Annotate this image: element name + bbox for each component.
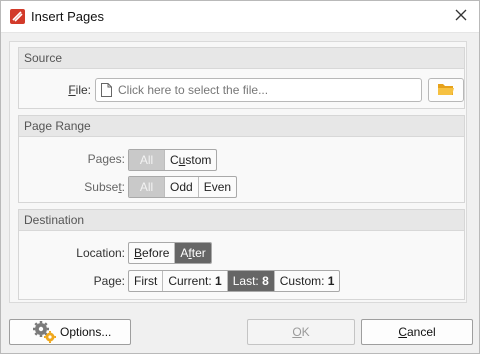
page-current-option[interactable]: Current: 1	[163, 271, 228, 291]
page-label: Page:	[93, 274, 125, 288]
pages-custom-option[interactable]: Custom	[165, 150, 216, 170]
page-range-section: Page Range Pages: All Custom Subset: All…	[18, 115, 465, 203]
page-range-header: Page Range	[19, 116, 464, 137]
subset-even-option[interactable]: Even	[199, 177, 236, 197]
destination-section: Destination Location: Before After Page:…	[18, 209, 465, 300]
document-icon	[101, 83, 112, 97]
title-bar: Insert Pages	[1, 1, 479, 33]
browse-button[interactable]	[428, 78, 464, 102]
page-last-option[interactable]: Last: 8	[227, 271, 275, 291]
insert-pages-dialog: Insert Pages Source File: Click here to …	[0, 0, 480, 354]
location-before-option[interactable]: Before	[129, 243, 176, 263]
subset-label: Subset:	[84, 180, 125, 194]
page-first-option[interactable]: First	[129, 271, 164, 291]
subset-all-option[interactable]: All	[129, 177, 165, 197]
options-button[interactable]: Options...	[9, 319, 131, 345]
pages-label: Pages:	[87, 152, 125, 166]
page-selector: First Current: 1 Last: 8 Custom: 1	[128, 270, 341, 292]
page-custom-value: 1	[327, 274, 335, 288]
source-header: Source	[19, 48, 464, 69]
file-placeholder: Click here to select the file...	[118, 83, 269, 97]
location-selector: Before After	[128, 242, 212, 264]
file-label: File:	[68, 83, 91, 97]
dialog-title: Insert Pages	[31, 9, 104, 24]
gears-icon	[33, 321, 56, 343]
subset-selector: All Odd Even	[128, 176, 238, 198]
page-custom-option[interactable]: Custom: 1	[275, 271, 340, 291]
location-after-option[interactable]: After	[175, 243, 211, 263]
pdf-app-icon	[9, 8, 26, 25]
page-custom-label: Custom:	[279, 274, 325, 288]
close-icon	[455, 9, 467, 21]
dialog-content: Source File: Click here to select the fi…	[9, 41, 467, 303]
folder-icon	[438, 84, 454, 95]
close-button[interactable]	[449, 5, 473, 27]
page-last-value: 8	[262, 274, 269, 288]
subset-odd-option[interactable]: Odd	[165, 177, 199, 197]
pages-selector: All Custom	[128, 149, 218, 171]
file-input[interactable]: Click here to select the file...	[95, 78, 422, 102]
page-current-value: 1	[215, 274, 222, 288]
source-section: Source File: Click here to select the fi…	[18, 47, 465, 109]
destination-header: Destination	[19, 210, 464, 231]
location-label: Location:	[76, 246, 125, 260]
page-current-label: Current:	[168, 274, 212, 288]
cancel-button[interactable]: Cancel	[361, 319, 473, 345]
ok-button[interactable]: OK	[247, 319, 355, 345]
options-label: Options...	[60, 325, 112, 339]
pages-all-option[interactable]: All	[129, 150, 165, 170]
page-last-label: Last:	[232, 274, 259, 288]
